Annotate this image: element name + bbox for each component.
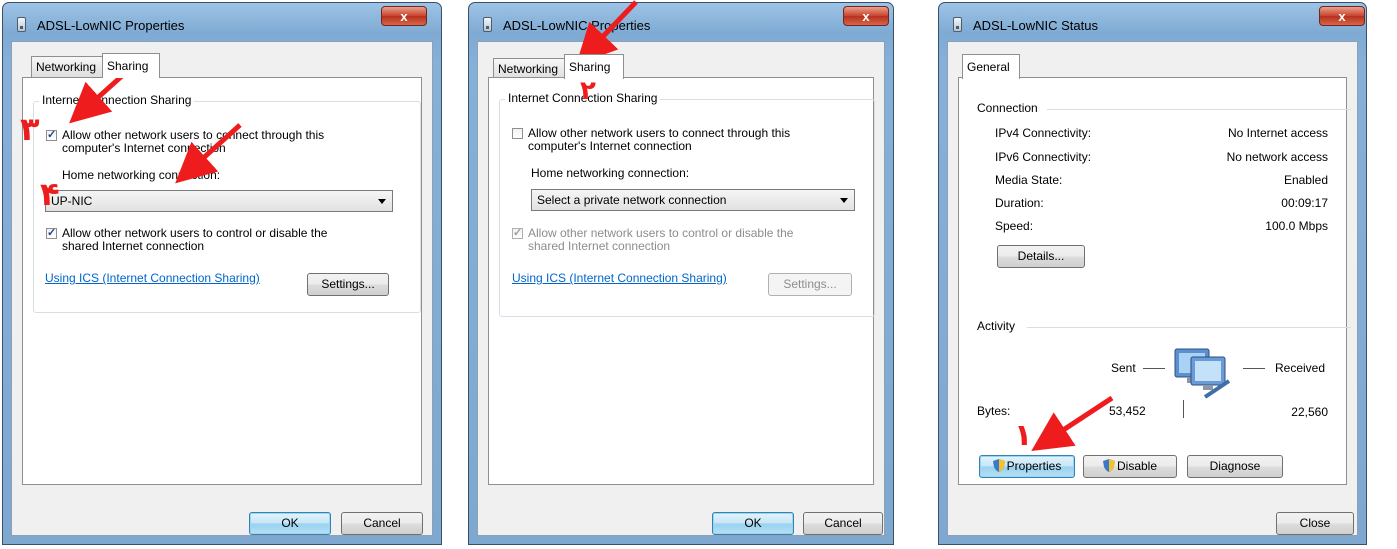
- tab-general[interactable]: General: [962, 54, 1020, 79]
- arrow-to-checkbox: [175, 123, 242, 184]
- annotation-arrows: [69, 0, 1114, 451]
- annotation-number: ۴: [40, 175, 60, 213]
- arrow-to-properties: [1031, 395, 1114, 451]
- tab-sharing[interactable]: Sharing: [564, 54, 624, 79]
- annotation-number: ۲: [580, 76, 596, 106]
- annotation-number: ٣: [20, 110, 40, 148]
- arrow-to-middle-tab: [576, 0, 638, 65]
- annotation-number: ١: [1014, 418, 1033, 453]
- tab-sharing[interactable]: Sharing: [102, 53, 160, 78]
